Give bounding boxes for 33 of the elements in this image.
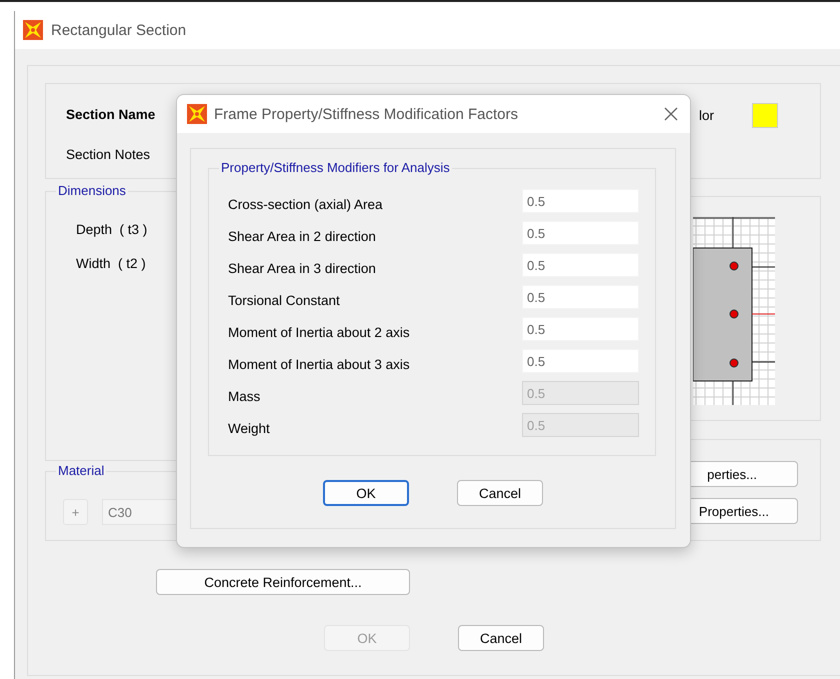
modifier-label: Moment of Inertia about 3 axis [228, 356, 411, 372]
dialog-title: Frame Property/Stiffness Modification Factors [214, 106, 519, 122]
dialog-logo-icon [187, 104, 207, 124]
modifier-label: Shear Area in 2 direction [228, 228, 377, 244]
modifier-label: Weight [228, 420, 271, 436]
modifier-label: Shear Area in 3 direction [228, 260, 377, 276]
modifier-field[interactable]: 0.5 [522, 189, 639, 213]
dimension-label: Width ( t2 ) [76, 256, 146, 271]
color-label: lor [698, 108, 714, 122]
material-legend: Material [56, 463, 106, 478]
cancel-button[interactable]: Cancel [458, 625, 544, 651]
modifier-field[interactable]: 0.5 [522, 285, 639, 309]
dimension-label: Depth ( t3 ) [76, 222, 148, 237]
modifier-label: Mass [228, 388, 262, 404]
dimensions-legend: Dimensions [56, 183, 128, 198]
color-swatch[interactable] [752, 102, 778, 128]
window-title: Rectangular Section [51, 22, 186, 38]
cancel-button[interactable]: Cancel [457, 480, 543, 506]
modifiers-legend: Property/Stiffness Modifiers for Analysis [219, 160, 452, 175]
modifier-label: Cross-section (axial) Area [228, 196, 384, 212]
add-button[interactable]: + [63, 499, 88, 525]
ok-button[interactable]: OK [323, 480, 409, 506]
section-notes-label: Section Notes [66, 146, 152, 164]
concrete-reinforcement-button[interactable]: Concrete Reinforcement... [156, 569, 410, 595]
modifier-field[interactable]: 0.5 [522, 349, 639, 373]
section-name-label: Section Name [66, 106, 156, 124]
modifier-label: Moment of Inertia about 2 axis [228, 324, 411, 340]
modifier-field[interactable]: 0.5 [522, 317, 639, 341]
modifier-field[interactable]: 0.5 [522, 253, 639, 277]
modifier-label: Torsional Constant [228, 292, 341, 308]
close-icon[interactable] [664, 107, 678, 121]
app-logo-icon [23, 20, 43, 40]
modifier-field[interactable]: 0.5 [522, 221, 639, 245]
